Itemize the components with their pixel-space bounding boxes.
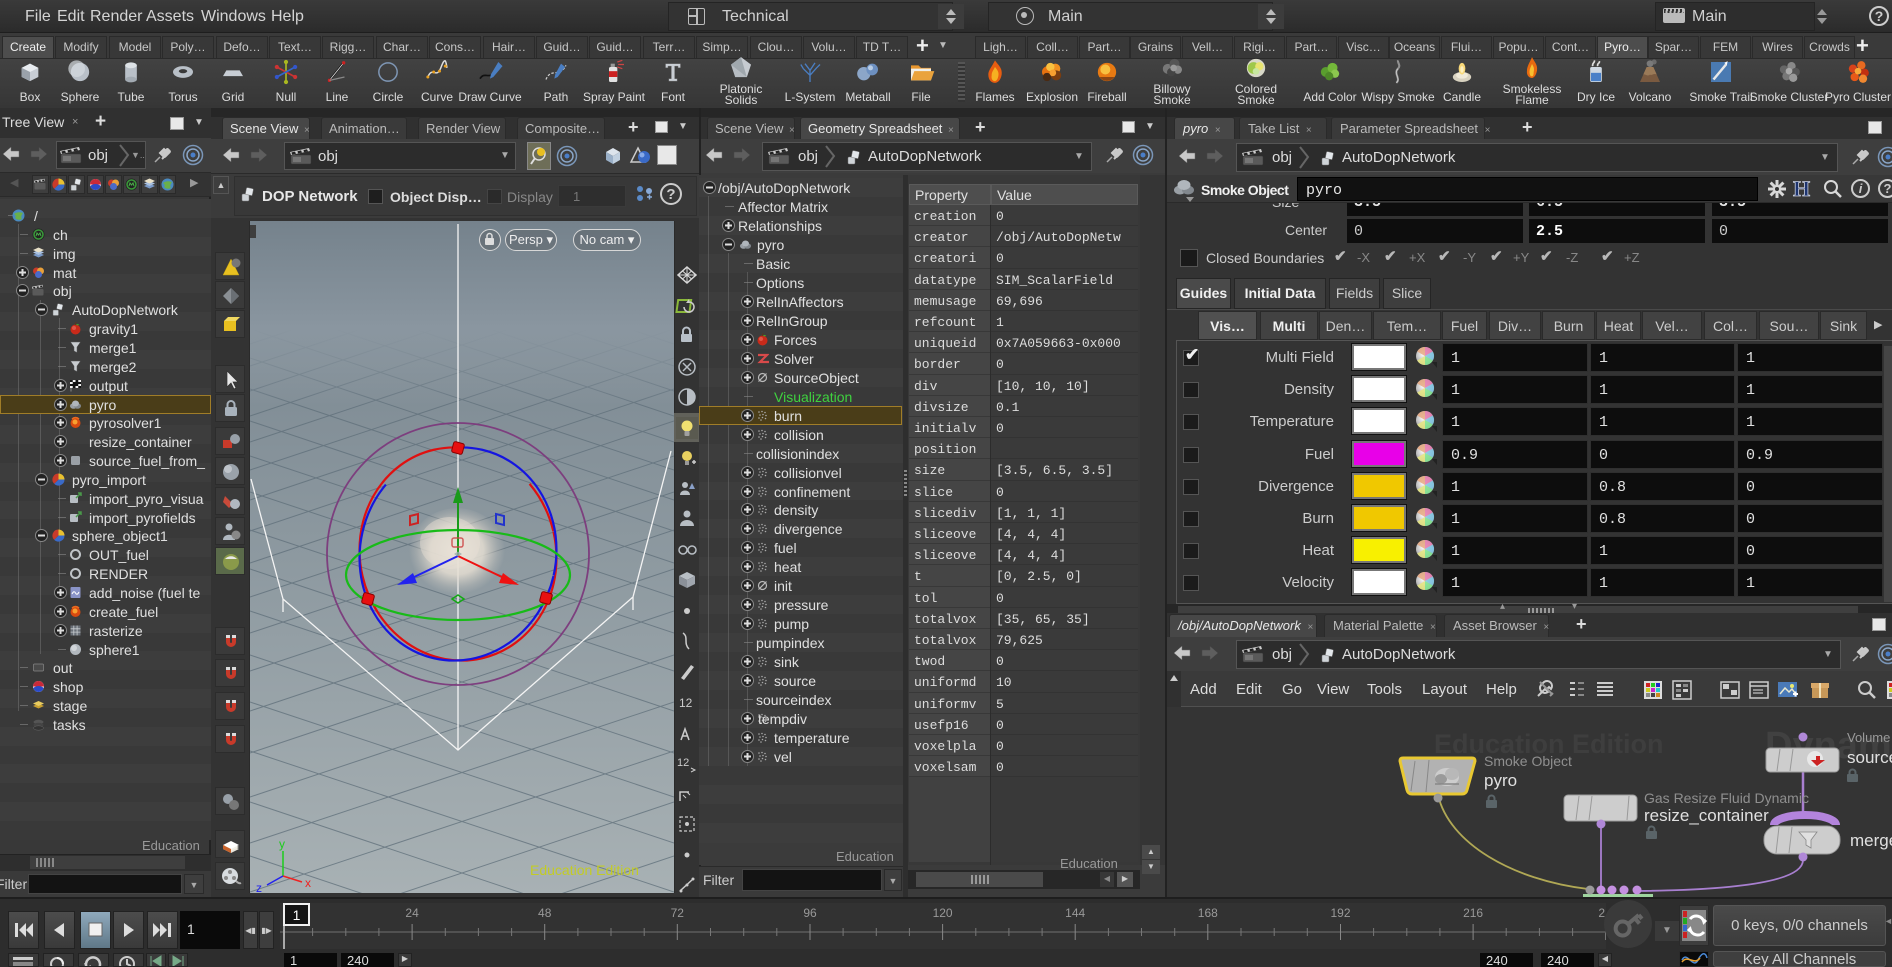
svg-text:48: 48	[538, 906, 552, 920]
svg-text:120: 120	[933, 906, 953, 920]
svg-text:216: 216	[1463, 906, 1483, 920]
svg-text:192: 192	[1330, 906, 1350, 920]
svg-text:12: 12	[679, 696, 693, 710]
svg-text:resize_container: resize_container	[1644, 806, 1769, 825]
svg-text:y: y	[279, 837, 285, 851]
svg-text:source_f: source_f	[1847, 748, 1892, 767]
svg-text:Gas Resize Fluid Dynamic: Gas Resize Fluid Dynamic	[1644, 790, 1809, 806]
svg-text:72: 72	[671, 906, 685, 920]
svg-text:96: 96	[803, 906, 817, 920]
svg-text:pyro: pyro	[1484, 771, 1517, 790]
svg-text:Smoke Object: Smoke Object	[1484, 753, 1572, 769]
svg-text:12: 12	[677, 757, 689, 769]
svg-text:144: 144	[1065, 906, 1085, 920]
svg-text:z: z	[256, 881, 262, 893]
svg-text:x: x	[305, 876, 311, 890]
svg-text:Volume: Volume	[1847, 730, 1890, 745]
svg-text:Education Edition: Education Edition	[530, 862, 639, 878]
svg-text:168: 168	[1198, 906, 1218, 920]
svg-text:24: 24	[405, 906, 419, 920]
svg-text:merge2: merge2	[1850, 831, 1892, 850]
